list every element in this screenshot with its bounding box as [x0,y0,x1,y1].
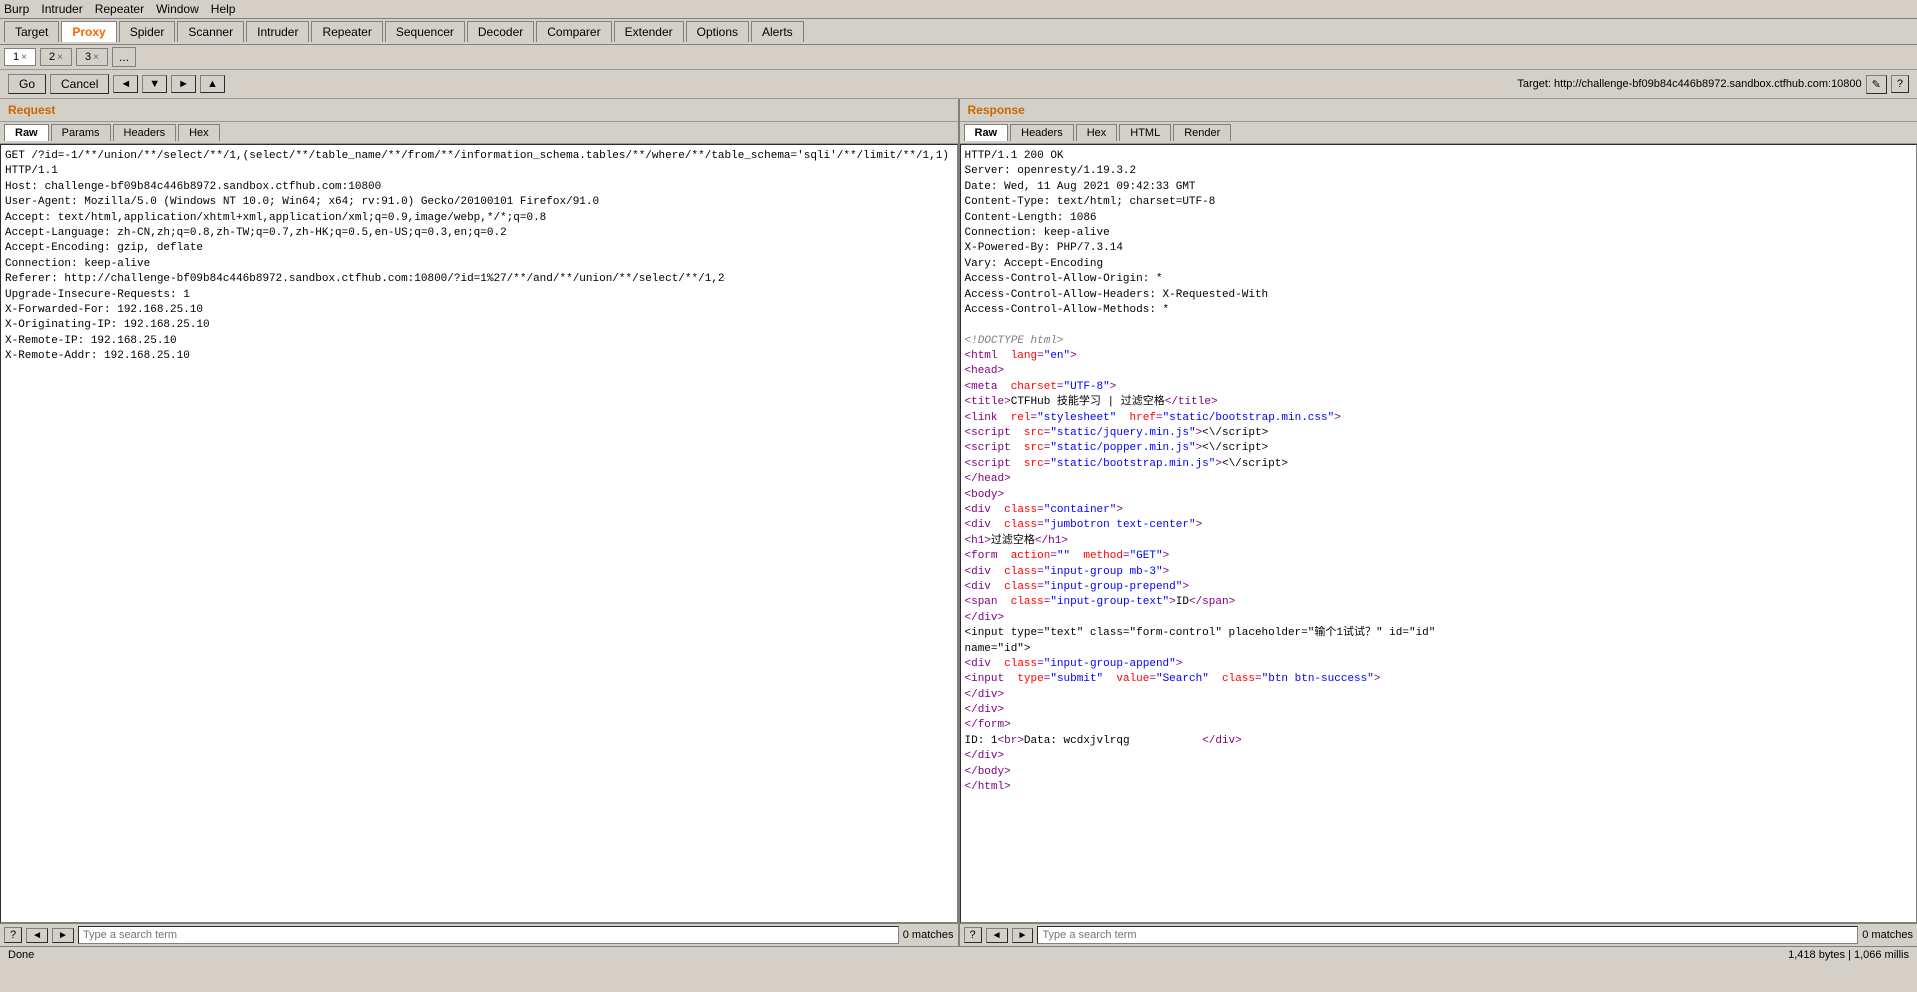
response-tab-headers[interactable]: Headers [1010,124,1074,141]
menu-intruder[interactable]: Intruder [41,2,82,16]
request-content[interactable]: GET /?id=-1/**/union/**/select/**/1,(sel… [0,144,958,923]
menu-help[interactable]: Help [211,2,236,16]
tab-target[interactable]: Target [4,21,59,42]
tab-proxy[interactable]: Proxy [61,21,116,42]
request-search-prev[interactable]: ◄ [26,928,48,943]
edit-target-button[interactable]: ✎ [1866,75,1887,94]
response-tab-render[interactable]: Render [1173,124,1231,141]
response-content-wrapper: HTTP/1.1 200 OK Server: openresty/1.19.3… [960,144,1917,923]
request-title: Request [0,99,958,122]
help-target-button[interactable]: ? [1891,75,1909,93]
request-pane: Request Raw Params Headers Hex GET /?id=… [0,99,960,946]
tab-options[interactable]: Options [686,21,749,42]
subtab-2-label: 2 [49,51,55,63]
menu-burp[interactable]: Burp [4,2,29,16]
toolbar: Go Cancel ◄ ▼ ► ▲ Target: http://challen… [0,70,1917,99]
request-search-next[interactable]: ► [52,928,74,943]
request-content-wrapper: GET /?id=-1/**/union/**/select/**/1,(sel… [0,144,958,923]
request-search-matches: 0 matches [903,929,954,941]
tab-sequencer[interactable]: Sequencer [385,21,465,42]
target-label: Target: http://challenge-bf09b84c446b897… [1517,78,1861,90]
tab-scanner[interactable]: Scanner [177,21,244,42]
response-search-input[interactable] [1037,926,1858,944]
tab-comparer[interactable]: Comparer [536,21,611,42]
subtab-3-label: 3 [85,51,91,63]
menu-repeater[interactable]: Repeater [95,2,144,16]
subtab-1-close[interactable]: × [21,52,27,63]
subtab-2[interactable]: 2 × [40,48,72,66]
request-search-bar: ? ◄ ► 0 matches [0,923,958,946]
subtabbar: 1 × 2 × 3 × ... [0,45,1917,70]
subtab-3-close[interactable]: × [93,52,99,63]
response-search-bar: ? ◄ ► 0 matches [960,923,1917,946]
response-pane: Response Raw Headers Hex HTML Render HTT… [960,99,1917,946]
subtab-3[interactable]: 3 × [76,48,108,66]
tab-decoder[interactable]: Decoder [467,21,534,42]
nav-back[interactable]: ◄ [113,75,138,93]
status-text: Done [8,949,34,961]
cancel-button[interactable]: Cancel [50,74,109,94]
go-button[interactable]: Go [8,74,46,94]
request-tab-raw[interactable]: Raw [4,124,49,141]
request-search-help[interactable]: ? [4,927,22,943]
response-tab-hex[interactable]: Hex [1076,124,1118,141]
response-content[interactable]: HTTP/1.1 200 OK Server: openresty/1.19.3… [960,144,1917,923]
response-search-help[interactable]: ? [964,927,982,943]
main-content: Request Raw Params Headers Hex GET /?id=… [0,99,1917,946]
nav-down[interactable]: ▼ [142,75,167,93]
response-search-prev[interactable]: ◄ [986,928,1008,943]
response-tab-html[interactable]: HTML [1119,124,1171,141]
request-tab-hex[interactable]: Hex [178,124,220,141]
main-tabbar: Target Proxy Spider Scanner Intruder Rep… [0,19,1917,45]
subtab-more[interactable]: ... [112,47,136,67]
statusbar: Done 1,418 bytes | 1,066 millis [0,946,1917,963]
tab-intruder[interactable]: Intruder [246,21,309,42]
subtab-1[interactable]: 1 × [4,48,36,66]
request-tab-params[interactable]: Params [51,124,111,141]
request-tab-headers[interactable]: Headers [113,124,177,141]
response-tab-raw[interactable]: Raw [964,124,1009,141]
tab-alerts[interactable]: Alerts [751,21,804,42]
response-search-matches: 0 matches [1862,929,1913,941]
status-info: 1,418 bytes | 1,066 millis [1788,949,1909,961]
request-search-input[interactable] [78,926,899,944]
nav-up[interactable]: ▲ [200,75,225,93]
subtab-1-label: 1 [13,51,19,63]
tab-extender[interactable]: Extender [614,21,684,42]
subtab-2-close[interactable]: × [57,52,63,63]
menu-window[interactable]: Window [156,2,199,16]
request-tabs: Raw Params Headers Hex [0,122,958,144]
response-title: Response [960,99,1917,122]
response-tabs: Raw Headers Hex HTML Render [960,122,1917,144]
tab-repeater[interactable]: Repeater [311,21,382,42]
response-search-next[interactable]: ► [1012,928,1034,943]
tab-spider[interactable]: Spider [119,21,176,42]
nav-forward[interactable]: ► [171,75,196,93]
menubar: Burp Intruder Repeater Window Help [0,0,1917,19]
